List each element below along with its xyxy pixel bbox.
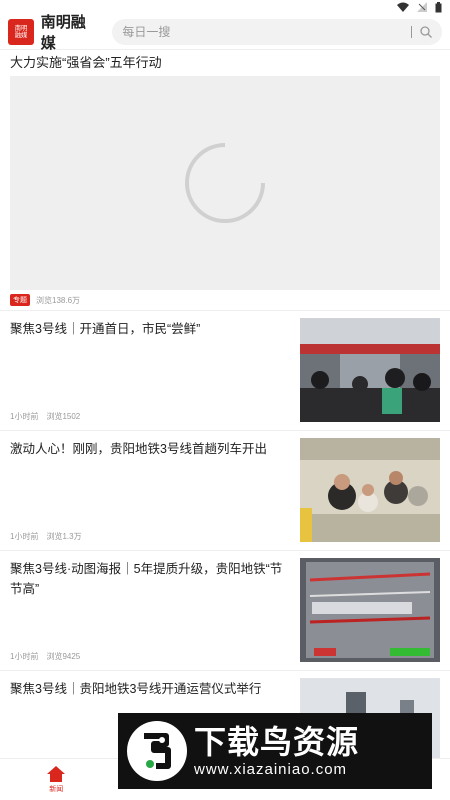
loading-spinner-icon	[185, 142, 266, 223]
featured-media[interactable]	[10, 76, 440, 290]
metro-poster-image	[300, 558, 440, 662]
search-icon[interactable]	[420, 25, 432, 38]
news-thumbnail[interactable]	[300, 318, 440, 422]
publish-time: 1小时前	[10, 532, 39, 541]
news-title[interactable]: 聚焦3号线｜开通首日，市民“尝鲜”	[10, 319, 290, 339]
home-icon	[47, 765, 66, 782]
watermark-title: 下载鸟资源	[194, 724, 360, 760]
logo-text-top: 南明	[14, 24, 28, 32]
news-meta: 1小时前 浏览1502	[10, 411, 80, 422]
wifi-icon	[397, 2, 409, 12]
news-title[interactable]: 聚焦3号线｜贵阳地铁3号线开通运营仪式举行	[10, 679, 290, 699]
news-title[interactable]: 激动人心！刚刚，贵阳地铁3号线首趟列车开出	[10, 439, 290, 459]
app-name: 南明融媒	[40, 13, 86, 52]
tab-label: 新闻	[49, 785, 64, 793]
featured-article[interactable]: 大力实施“强省会”五年行动 专题 浏览138.6万	[10, 50, 440, 310]
topic-badge: 专题	[10, 294, 30, 306]
news-title[interactable]: 聚焦3号线·动图海报｜5年提质升级，贵阳地铁“节节高”	[10, 559, 290, 599]
search-divider	[411, 25, 412, 38]
signal-off-icon	[417, 2, 427, 12]
watermark-banner: 下载鸟资源 www.xiazainiao.com	[118, 713, 432, 789]
app-header: 南明 融媒 南明融媒 每日一搜	[0, 13, 450, 52]
publish-time: 1小时前	[10, 652, 39, 661]
publish-time: 1小时前	[10, 412, 39, 421]
watermark-url: www.xiazainiao.com	[194, 761, 348, 778]
news-thumbnail[interactable]	[300, 438, 440, 542]
bird-logo-icon	[127, 721, 187, 781]
list-item[interactable]: 聚焦3号线｜开通首日，市民“尝鲜” 1小时前 浏览1502	[0, 310, 450, 430]
app-logo[interactable]: 南明 融媒	[8, 18, 34, 45]
news-meta: 1小时前 浏览1.3万	[10, 531, 82, 542]
featured-meta: 专题 浏览138.6万	[10, 294, 80, 306]
search-bar[interactable]: 每日一搜	[112, 18, 442, 45]
news-meta: 1小时前 浏览9425	[10, 651, 80, 662]
search-input[interactable]: 每日一搜	[122, 23, 411, 40]
view-count: 浏览138.6万	[36, 295, 81, 305]
battery-icon	[435, 1, 442, 12]
view-count: 浏览9425	[46, 652, 81, 661]
logo-text-bottom: 融媒	[14, 31, 28, 39]
list-item[interactable]: 聚焦3号线·动图海报｜5年提质升级，贵阳地铁“节节高” 1小时前 浏览9425	[0, 550, 450, 670]
featured-title[interactable]: 大力实施“强省会”五年行动	[10, 50, 440, 76]
metro-platform-image	[300, 318, 440, 422]
list-item[interactable]: 激动人心！刚刚，贵阳地铁3号线首趟列车开出 1小时前 浏览1.3万	[0, 430, 450, 550]
view-count: 浏览1.3万	[46, 532, 82, 541]
view-count: 浏览1502	[46, 412, 81, 421]
train-interior-image	[300, 438, 440, 542]
news-thumbnail[interactable]	[300, 558, 440, 662]
tab-news[interactable]: 新闻	[0, 759, 113, 800]
